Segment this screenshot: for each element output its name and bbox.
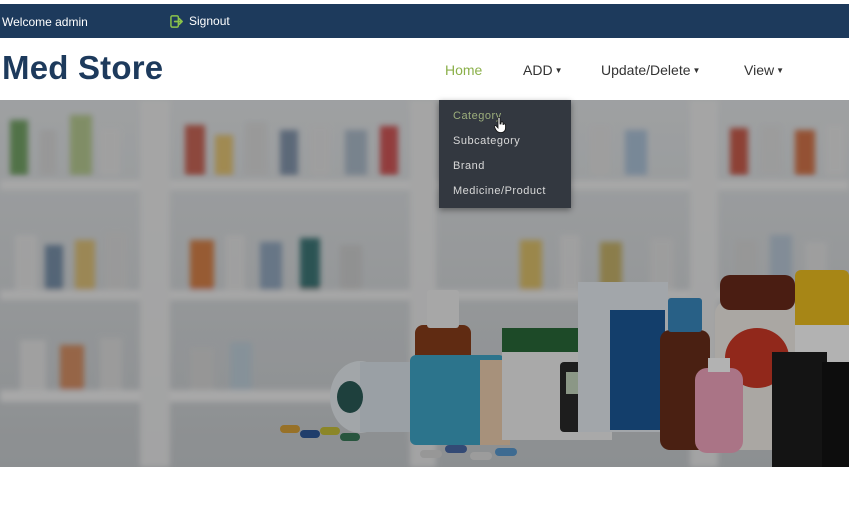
menu-item-subcategory[interactable]: Subcategory — [453, 135, 520, 147]
nav-view-label: View — [744, 62, 775, 78]
nav-add-label: ADD — [523, 62, 553, 78]
nav-home-label: Home — [445, 62, 483, 78]
welcome-text: Welcome admin — [2, 15, 88, 29]
menu-item-brand[interactable]: Brand — [453, 160, 485, 172]
nav-view[interactable]: View ▼ — [744, 62, 784, 78]
header: Med Store Home ADD ▼ Update/Delete ▼ View ▼ — [0, 38, 849, 100]
hero-banner — [0, 100, 849, 467]
signout-label: Signout — [189, 14, 230, 28]
nav-update-delete-label: Update/Delete — [601, 62, 691, 78]
nav-home[interactable]: Home — [445, 62, 482, 78]
hero-dim-overlay — [0, 100, 849, 467]
caret-down-icon: ▼ — [776, 66, 785, 75]
nav-add[interactable]: ADD ▼ — [523, 62, 562, 78]
caret-down-icon: ▼ — [692, 66, 701, 75]
menu-item-medicine-product[interactable]: Medicine/Product — [453, 185, 546, 197]
caret-down-icon: ▼ — [554, 66, 563, 75]
hand-cursor-icon — [494, 117, 506, 133]
signout-link[interactable]: Signout — [170, 14, 230, 28]
signout-icon — [170, 14, 183, 28]
top-bar: Welcome admin Signout — [0, 0, 849, 38]
site-logo[interactable]: Med Store — [2, 49, 163, 87]
nav-update-delete[interactable]: Update/Delete ▼ — [601, 62, 700, 78]
